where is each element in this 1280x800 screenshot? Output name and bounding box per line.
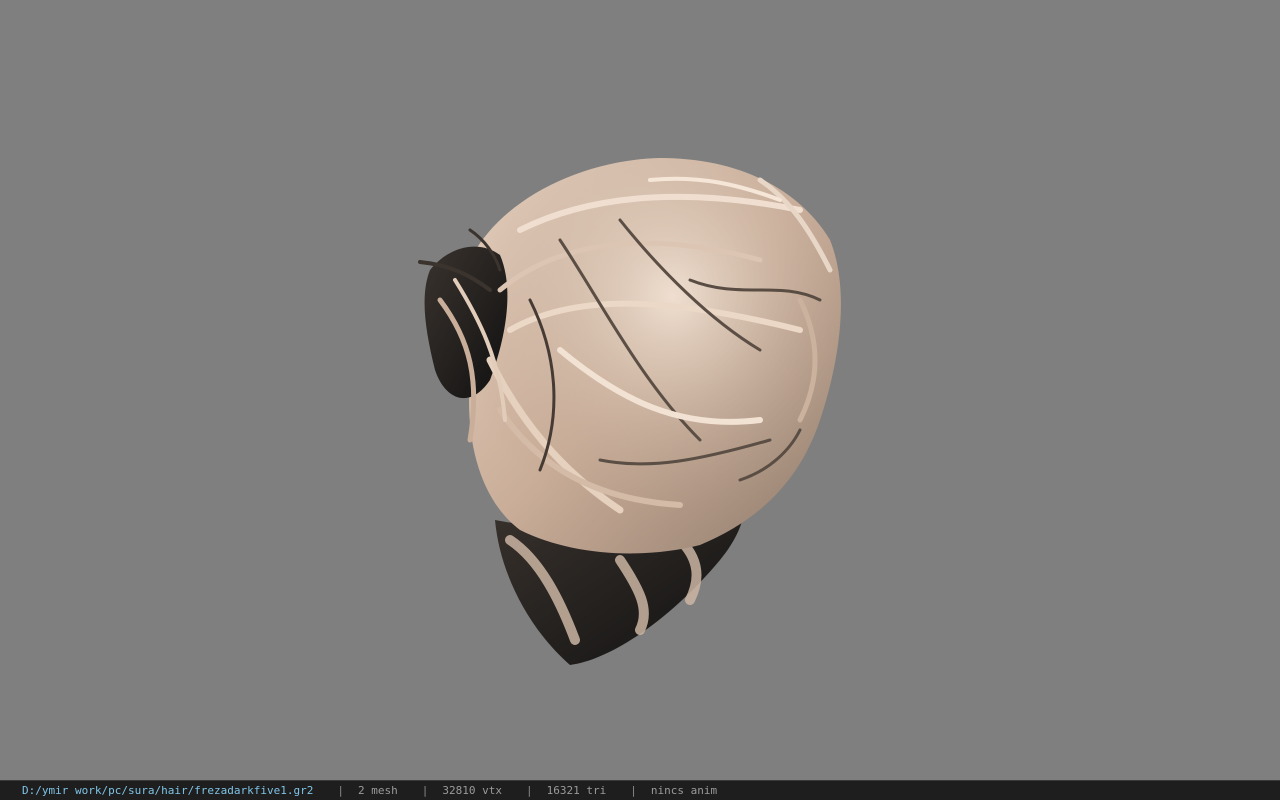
separator: | (630, 784, 637, 797)
vertex-count: 32810 vtx (442, 784, 503, 797)
file-path: D:/ymir work/pc/sura/hair/frezadarkfive1… (22, 784, 314, 797)
hair-model-render (418, 158, 841, 665)
separator: | (526, 784, 533, 797)
separator: | (421, 784, 429, 797)
3d-viewport[interactable] (0, 0, 1280, 780)
mesh-count: 2 mesh (358, 784, 398, 797)
animation-status: nincs anim (650, 784, 718, 797)
separator: | (337, 784, 345, 797)
triangle-count: 16321 tri (546, 784, 607, 797)
status-bar: D:/ymir work/pc/sura/hair/frezadarkfive1… (0, 780, 1280, 800)
